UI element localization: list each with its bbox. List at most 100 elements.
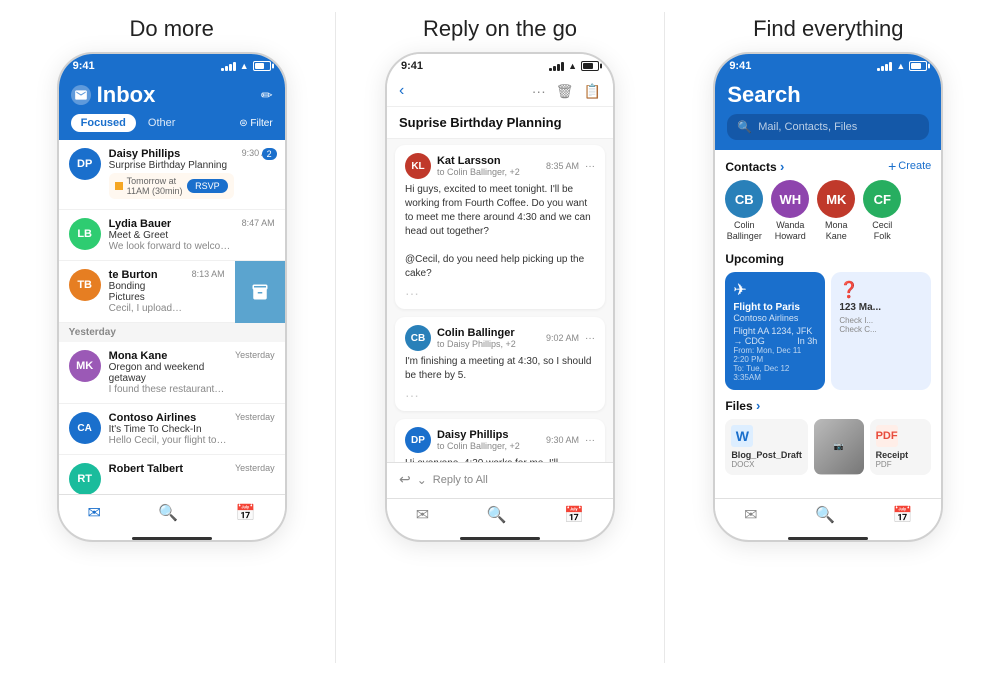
second-card-title: 123 Ma... [839,302,923,313]
email-item-lydia[interactable]: LB Lydia Bauer Meet & Greet We look forw… [59,210,285,261]
section-label-yesterday: Yesterday [59,323,285,342]
file-type-blog: DOCX [731,460,802,469]
home-bar-3 [788,537,868,540]
email-content-burton: te Burton Bonding Pictures Cecil, I uplo… [109,269,184,314]
footer-calendar-1[interactable]: 📅 [236,503,256,523]
phone-1: 9:41 ▲ Inbox ✏ [57,52,287,542]
message-kat[interactable]: KL Kat Larsson to Colin Ballinger, +2 8:… [395,145,605,309]
email-subject-contoso: It's Time To Check-In [109,424,227,435]
flight-title: Flight to Paris [733,302,817,313]
file-pdf[interactable]: PDF Receipt PDF [870,419,932,475]
footer-search-1[interactable]: 🔍 [158,503,178,523]
email-thread-actions: ··· 🗑 📋 [532,83,601,100]
tab-other[interactable]: Other [142,114,182,132]
footer-mail-3[interactable]: ✉ [744,505,757,525]
contact-wanda[interactable]: WH WandaHoward [771,180,809,242]
reply-arrows-icon[interactable]: ↩ [399,471,411,488]
compose-icon[interactable]: ✏ [261,87,273,104]
avatar-daisy-2: DP [405,427,431,453]
contacts-label: Contacts › [725,159,784,174]
msg-time-kat: 8:35 AM [546,161,579,171]
flight-card[interactable]: ✈ Flight to Paris Contoso Airlines Fligh… [725,272,825,390]
panel-do-more: Do more 9:41 ▲ Inbox [8,12,336,663]
msg-more-daisy[interactable]: ··· [585,435,595,446]
footer-calendar-3[interactable]: 📅 [893,505,913,525]
contacts-row: CB ColinBallinger WH WandaHoward MK Mona… [725,180,931,242]
more-options-icon[interactable]: ··· [532,83,546,100]
contact-cecil[interactable]: CF CecilFolk [863,180,901,242]
footer-mail-2[interactable]: ✉ [416,505,429,525]
create-button[interactable]: + Create [888,158,931,174]
phone-3: 9:41 ▲ Search 🔍 Mail, Contacts, Files [713,52,943,542]
email-content-mona: Mona Kane Oregon and weekend getaway I f… [109,350,227,395]
contact-colin[interactable]: CB ColinBallinger [725,180,763,242]
create-label: Create [898,160,931,172]
msg-sender-info-daisy: Daisy Phillips to Colin Ballinger, +2 [437,429,520,451]
filter-button[interactable]: ⊜ Filter [239,118,272,129]
email-item-daisy[interactable]: DP Daisy Phillips Surprise Birthday Plan… [59,140,285,210]
second-event-card[interactable]: ❓ 123 Ma... Check I... Check C... [831,272,931,390]
email-preview-contoso: Hello Cecil, your flight to New York is … [109,435,227,446]
filter-row: Focused Other ⊜ Filter [71,114,273,132]
footer-calendar-2[interactable]: 📅 [564,505,584,525]
message-daisy[interactable]: DP Daisy Phillips to Colin Ballinger, +2… [395,419,605,462]
panel-title-2: Reply on the go [423,16,577,42]
status-icons-2: ▲ [549,61,599,71]
footer-mail-1[interactable]: ✉ [87,503,100,523]
badge-daisy: 2 [262,148,277,160]
files-label: Files › [725,398,760,413]
flight-time-remaining: In 3h [797,336,817,346]
email-subject-daisy: Surprise Birthday Planning [109,160,234,171]
reply-chevron-icon[interactable]: ⌄ [417,473,427,487]
reply-all-text[interactable]: Reply to All [433,474,488,486]
msg-to-colin: to Daisy Phillips, +2 [437,339,516,349]
msg-sender-colin: Colin Ballinger [437,327,516,339]
reply-footer: ↩ ⌄ Reply to All [387,462,613,498]
files-row: W Blog_Post_Draft DOCX 📷 PDF [725,419,931,475]
message-colin[interactable]: CB Colin Ballinger to Daisy Phillips, +2… [395,317,605,411]
email-item-burton[interactable]: TB te Burton Bonding Pictures Cecil, I u… [59,261,235,323]
signal-icon-3 [877,62,892,71]
contact-name-wanda: WandaHoward [775,220,806,242]
email-item-contoso[interactable]: CA Contoso Airlines It's Time To Check-I… [59,404,285,455]
msg-more-colin[interactable]: ··· [585,333,595,344]
search-header: Search 🔍 Mail, Contacts, Files [715,76,941,150]
msg-text-kat: Hi guys, excited to meet tonight. I'll b… [405,183,595,281]
file-image[interactable]: 📷 [814,419,864,475]
msg-dots-kat: ··· [405,285,595,301]
tab-focused[interactable]: Focused [71,114,136,132]
contact-avatar-mona: MK [817,180,855,218]
msg-sender-info-colin: Colin Ballinger to Daisy Phillips, +2 [437,327,516,349]
footer-search-3[interactable]: 🔍 [815,505,835,525]
flight-subtitle: Contoso Airlines [733,313,817,323]
archive-icon[interactable]: 📋 [584,83,601,100]
email-item-mona[interactable]: MK Mona Kane Oregon and weekend getaway … [59,342,285,404]
swipe-archive[interactable] [235,261,285,323]
msg-more-kat[interactable]: ··· [585,161,595,172]
avatar-kat: KL [405,153,431,179]
home-bar-1 [132,537,212,540]
search-bar[interactable]: 🔍 Mail, Contacts, Files [727,114,929,140]
email-content-daisy: Daisy Phillips Surprise Birthday Plannin… [109,148,234,201]
contact-avatar-cecil: CF [863,180,901,218]
msg-header-daisy: DP Daisy Phillips to Colin Ballinger, +2… [405,427,595,453]
msg-sender-info-kat: Kat Larsson to Colin Ballinger, +2 [437,155,520,177]
contact-mona[interactable]: MK MonaKane [817,180,855,242]
footer-search-2[interactable]: 🔍 [487,505,507,525]
email-sender-burton: te Burton [109,269,184,281]
wifi-icon-1: ▲ [240,61,249,71]
email-item-robert[interactable]: RT Robert Talbert Yesterday [59,455,285,494]
file-word[interactable]: W Blog_Post_Draft DOCX [725,419,808,475]
msg-sender-kat: Kat Larsson [437,155,520,167]
msg-time-colin: 9:02 AM [546,333,579,343]
msg-header-kat: KL Kat Larsson to Colin Ballinger, +2 8:… [405,153,595,179]
rsvp-button[interactable]: RSVP [187,179,228,193]
second-card-icon: ❓ [839,280,923,300]
back-button[interactable]: ‹ [399,82,404,100]
delete-icon[interactable]: 🗑 [556,83,574,100]
status-bar-3: 9:41 ▲ [715,54,941,76]
battery-icon-1 [253,61,271,71]
email-subject-bar: Suprise Birthday Planning [387,107,613,139]
second-card-detail1: Check I... [839,316,923,325]
email-time-mona: Yesterday [235,350,275,360]
